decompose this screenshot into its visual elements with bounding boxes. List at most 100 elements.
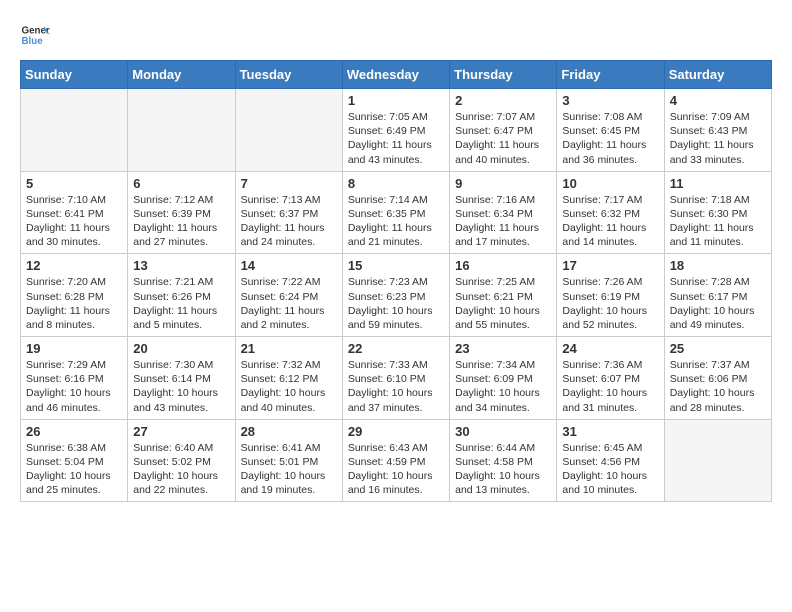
calendar-cell [235,89,342,172]
calendar-cell: 18 Sunrise: 7:28 AM Sunset: 6:17 PM Dayli… [664,254,771,337]
calendar-cell: 9 Sunrise: 7:16 AM Sunset: 6:34 PM Daylig… [450,171,557,254]
calendar-week-row: 5 Sunrise: 7:10 AM Sunset: 6:41 PM Daylig… [21,171,772,254]
calendar-cell: 19 Sunrise: 7:29 AM Sunset: 6:16 PM Dayli… [21,337,128,420]
day-number: 23 [455,341,551,356]
day-number: 2 [455,93,551,108]
cell-text: Sunrise: 7:30 AM Sunset: 6:14 PM Dayligh… [133,358,229,415]
day-number: 17 [562,258,658,273]
calendar-header-row: SundayMondayTuesdayWednesdayThursdayFrid… [21,61,772,89]
day-number: 13 [133,258,229,273]
calendar-cell: 17 Sunrise: 7:26 AM Sunset: 6:19 PM Dayli… [557,254,664,337]
cell-text: Sunrise: 7:14 AM Sunset: 6:35 PM Dayligh… [348,193,444,250]
cell-text: Sunrise: 7:09 AM Sunset: 6:43 PM Dayligh… [670,110,766,167]
day-number: 9 [455,176,551,191]
cell-text: Sunrise: 7:07 AM Sunset: 6:47 PM Dayligh… [455,110,551,167]
day-number: 14 [241,258,337,273]
cell-text: Sunrise: 6:41 AM Sunset: 5:01 PM Dayligh… [241,441,337,498]
day-number: 31 [562,424,658,439]
day-number: 6 [133,176,229,191]
day-number: 22 [348,341,444,356]
day-number: 21 [241,341,337,356]
calendar-cell: 23Sunrise: 7:34 AM Sunset: 6:09 PM Dayli… [450,337,557,420]
calendar-cell: 16 Sunrise: 7:25 AM Sunset: 6:21 PM Dayli… [450,254,557,337]
calendar-cell [128,89,235,172]
day-number: 12 [26,258,122,273]
cell-text: Sunrise: 7:22 AM Sunset: 6:24 PM Dayligh… [241,275,337,332]
calendar-cell: 15 Sunrise: 7:23 AM Sunset: 6:23 PM Dayli… [342,254,449,337]
calendar-table: SundayMondayTuesdayWednesdayThursdayFrid… [20,60,772,502]
cell-text: Sunrise: 7:28 AM Sunset: 6:17 PM Dayligh… [670,275,766,332]
cell-text: Sunrise: 7:10 AM Sunset: 6:41 PM Dayligh… [26,193,122,250]
calendar-cell: 12Sunrise: 7:20 AM Sunset: 6:28 PM Dayli… [21,254,128,337]
calendar-cell: 20 Sunrise: 7:30 AM Sunset: 6:14 PM Dayli… [128,337,235,420]
cell-text: Sunrise: 7:17 AM Sunset: 6:32 PM Dayligh… [562,193,658,250]
calendar-cell [664,419,771,502]
day-number: 29 [348,424,444,439]
day-number: 7 [241,176,337,191]
calendar-week-row: 26 Sunrise: 6:38 AM Sunset: 5:04 PM Dayli… [21,419,772,502]
calendar-cell: 31 Sunrise: 6:45 AM Sunset: 4:56 PM Dayli… [557,419,664,502]
calendar-cell: 30 Sunrise: 6:44 AM Sunset: 4:58 PM Dayli… [450,419,557,502]
cell-text: Sunrise: 7:23 AM Sunset: 6:23 PM Dayligh… [348,275,444,332]
day-number: 30 [455,424,551,439]
cell-text: Sunrise: 7:33 AM Sunset: 6:10 PM Dayligh… [348,358,444,415]
calendar-cell: 5 Sunrise: 7:10 AM Sunset: 6:41 PM Daylig… [21,171,128,254]
cell-text: Sunrise: 7:05 AM Sunset: 6:49 PM Dayligh… [348,110,444,167]
cell-text: Sunrise: 7:16 AM Sunset: 6:34 PM Dayligh… [455,193,551,250]
calendar-cell: 29 Sunrise: 6:43 AM Sunset: 4:59 PM Dayli… [342,419,449,502]
day-number: 15 [348,258,444,273]
day-number: 4 [670,93,766,108]
calendar-cell: 22 Sunrise: 7:33 AM Sunset: 6:10 PM Dayli… [342,337,449,420]
day-number: 24 [562,341,658,356]
day-number: 26 [26,424,122,439]
col-header-thursday: Thursday [450,61,557,89]
day-number: 20 [133,341,229,356]
calendar-cell: 28 Sunrise: 6:41 AM Sunset: 5:01 PM Dayli… [235,419,342,502]
cell-text: Sunrise: 7:32 AM Sunset: 6:12 PM Dayligh… [241,358,337,415]
calendar-cell: 24 Sunrise: 7:36 AM Sunset: 6:07 PM Dayli… [557,337,664,420]
calendar-cell: 10 Sunrise: 7:17 AM Sunset: 6:32 PM Dayli… [557,171,664,254]
cell-text: Sunrise: 6:43 AM Sunset: 4:59 PM Dayligh… [348,441,444,498]
calendar-cell: 21 Sunrise: 7:32 AM Sunset: 6:12 PM Dayli… [235,337,342,420]
calendar-cell: 7Sunrise: 7:13 AM Sunset: 6:37 PM Daylig… [235,171,342,254]
calendar-cell: 3Sunrise: 7:08 AM Sunset: 6:45 PM Daylig… [557,89,664,172]
cell-text: Sunrise: 7:26 AM Sunset: 6:19 PM Dayligh… [562,275,658,332]
cell-text: Sunrise: 7:18 AM Sunset: 6:30 PM Dayligh… [670,193,766,250]
day-number: 1 [348,93,444,108]
cell-text: Sunrise: 7:08 AM Sunset: 6:45 PM Dayligh… [562,110,658,167]
cell-text: Sunrise: 7:12 AM Sunset: 6:39 PM Dayligh… [133,193,229,250]
day-number: 8 [348,176,444,191]
calendar-cell: 2 Sunrise: 7:07 AM Sunset: 6:47 PM Daylig… [450,89,557,172]
col-header-wednesday: Wednesday [342,61,449,89]
day-number: 18 [670,258,766,273]
day-number: 19 [26,341,122,356]
col-header-saturday: Saturday [664,61,771,89]
day-number: 16 [455,258,551,273]
cell-text: Sunrise: 6:44 AM Sunset: 4:58 PM Dayligh… [455,441,551,498]
cell-text: Sunrise: 6:45 AM Sunset: 4:56 PM Dayligh… [562,441,658,498]
col-header-friday: Friday [557,61,664,89]
day-number: 27 [133,424,229,439]
calendar-cell: 11 Sunrise: 7:18 AM Sunset: 6:30 PM Dayli… [664,171,771,254]
cell-text: Sunrise: 7:36 AM Sunset: 6:07 PM Dayligh… [562,358,658,415]
day-number: 11 [670,176,766,191]
day-number: 5 [26,176,122,191]
cell-text: Sunrise: 7:29 AM Sunset: 6:16 PM Dayligh… [26,358,122,415]
page-header: General Blue [20,20,772,50]
calendar-cell: 13 Sunrise: 7:21 AM Sunset: 6:26 PM Dayli… [128,254,235,337]
day-number: 28 [241,424,337,439]
cell-text: Sunrise: 7:21 AM Sunset: 6:26 PM Dayligh… [133,275,229,332]
calendar-cell: 6 Sunrise: 7:12 AM Sunset: 6:39 PM Daylig… [128,171,235,254]
cell-text: Sunrise: 6:40 AM Sunset: 5:02 PM Dayligh… [133,441,229,498]
col-header-tuesday: Tuesday [235,61,342,89]
calendar-cell: 27 Sunrise: 6:40 AM Sunset: 5:02 PM Dayli… [128,419,235,502]
calendar-cell: 4 Sunrise: 7:09 AM Sunset: 6:43 PM Daylig… [664,89,771,172]
cell-text: Sunrise: 7:25 AM Sunset: 6:21 PM Dayligh… [455,275,551,332]
calendar-cell: 25Sunrise: 7:37 AM Sunset: 6:06 PM Dayli… [664,337,771,420]
calendar-week-row: 12Sunrise: 7:20 AM Sunset: 6:28 PM Dayli… [21,254,772,337]
col-header-monday: Monday [128,61,235,89]
calendar-cell: 14 Sunrise: 7:22 AM Sunset: 6:24 PM Dayli… [235,254,342,337]
calendar-cell: 26 Sunrise: 6:38 AM Sunset: 5:04 PM Dayli… [21,419,128,502]
cell-text: Sunrise: 6:38 AM Sunset: 5:04 PM Dayligh… [26,441,122,498]
day-number: 10 [562,176,658,191]
